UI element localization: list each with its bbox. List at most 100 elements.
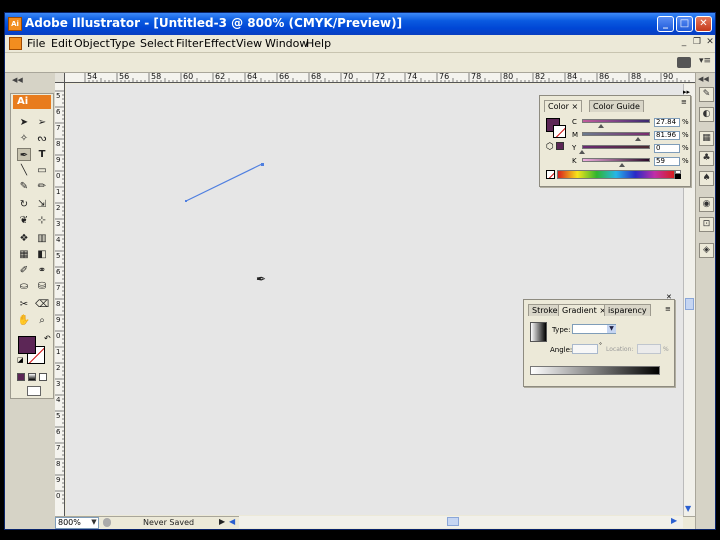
status-menu-arrow-icon[interactable]: ▶ [219, 517, 225, 526]
horizontal-scroll-thumb[interactable] [447, 517, 459, 526]
swatches-panel-icon[interactable]: ▦ [699, 131, 714, 146]
gradient-type-select[interactable]: ▼ [572, 324, 616, 334]
default-fill-stroke-icon[interactable]: ◪ [17, 356, 24, 364]
selection-tool-icon[interactable]: ➤ [17, 116, 31, 129]
doc-restore-button[interactable]: ❐ [692, 38, 702, 48]
channel-slider-k[interactable] [582, 158, 650, 162]
channel-value-y[interactable]: 0 [654, 144, 680, 153]
fill-color-swatch[interactable] [18, 336, 36, 354]
pencil-tool-icon[interactable]: ✏ [35, 180, 49, 193]
channel-slider-c[interactable] [582, 119, 650, 123]
warp-tool-icon[interactable]: ❦ [17, 214, 31, 227]
free-transform-tool-icon[interactable]: ⊹ [35, 214, 49, 227]
menu-view[interactable]: View [236, 37, 262, 50]
collapse-panel-icon[interactable]: ▸▸ [683, 88, 690, 96]
doc-close-button[interactable]: ✕ [705, 38, 715, 48]
path-anchor-start[interactable] [185, 200, 187, 202]
menu-file[interactable]: File [27, 37, 45, 50]
eraser-tool-icon[interactable]: ⌫ [35, 298, 49, 311]
channel-slider-handle-k[interactable] [619, 163, 626, 167]
title-bar[interactable]: Ai Adobe Illustrator - [Untitled-3 @ 800… [5, 13, 715, 35]
none-color-button[interactable] [546, 170, 555, 179]
menu-window[interactable]: Window [265, 37, 308, 50]
tab-color[interactable]: Color × [544, 100, 583, 112]
stroke-none-swatch[interactable] [553, 125, 566, 138]
zoom-dropdown-icon[interactable]: ▼ [89, 517, 99, 529]
gradient-tool-icon[interactable]: ◧ [35, 248, 49, 261]
menu-filter[interactable]: Filter [176, 37, 203, 50]
menu-effect[interactable]: Effect [204, 37, 236, 50]
document-icon[interactable] [9, 37, 22, 50]
scale-tool-icon[interactable]: ⇲ [35, 198, 49, 211]
type-tool-icon[interactable]: T [35, 148, 49, 161]
scroll-left-arrow-icon[interactable]: ◀ [229, 517, 235, 526]
mesh-tool-icon[interactable]: ▦ [17, 248, 31, 261]
location-input[interactable] [637, 344, 661, 354]
navigator-panel-icon[interactable]: ◉ [699, 197, 714, 212]
ruler-origin[interactable] [55, 73, 65, 83]
panel-menu-icon[interactable]: ≡ [681, 98, 687, 106]
channel-slider-handle-c[interactable] [598, 124, 605, 128]
menu-help[interactable]: Help [306, 37, 331, 50]
menu-type[interactable]: Type [110, 37, 135, 50]
horizontal-scrollbar[interactable]: ▶ [239, 516, 683, 528]
live-paint-bucket-tool-icon[interactable]: ⛀ [17, 280, 31, 293]
vertical-scroll-thumb[interactable] [685, 298, 694, 310]
tab-close-icon[interactable]: × [571, 102, 578, 111]
rectangle-tool-icon[interactable]: ▭ [35, 164, 49, 177]
angle-input[interactable] [572, 344, 598, 354]
doc-minimize-button[interactable]: _ [679, 38, 689, 48]
control-options-icon[interactable] [677, 57, 691, 68]
blend-tool-icon[interactable]: ⚭ [35, 264, 49, 277]
slice-tool-icon[interactable]: ✂ [17, 298, 31, 311]
align-panel-icon[interactable]: ⊡ [699, 217, 714, 232]
black-swatch[interactable] [675, 174, 681, 179]
channel-value-c[interactable]: 27.84 [654, 118, 680, 127]
tab-color-guide[interactable]: Color Guide [589, 100, 644, 112]
web-safe-color-swatch[interactable] [556, 142, 564, 150]
tab-gradient[interactable]: Gradient × [558, 304, 611, 316]
horizontal-ruler[interactable]: 54 56 58 60 62 64 66 68 70 72 74 76 78 80 82 84 86 88 90 [55, 73, 695, 83]
none-mode-button[interactable] [39, 373, 47, 381]
channel-slider-handle-y[interactable] [579, 150, 585, 154]
maximize-button[interactable]: □ [676, 16, 693, 32]
expand-dock-icon[interactable]: ◀◀ [698, 75, 709, 83]
layers-panel-icon[interactable]: ◈ [699, 243, 714, 258]
pen-tool-icon[interactable]: ✒ [17, 148, 31, 161]
channel-slider-handle-m[interactable] [634, 137, 641, 141]
gradient-preview-swatch[interactable] [530, 322, 547, 342]
menu-edit[interactable]: Edit [51, 37, 72, 50]
symbols-panel-icon[interactable]: ♣ [699, 151, 714, 166]
hand-tool-icon[interactable]: ✋ [17, 314, 31, 327]
out-of-gamut-cube-icon[interactable]: ⬡ [546, 142, 554, 152]
scroll-down-arrow-icon[interactable]: ▼ [685, 504, 691, 513]
appearance-panel-icon[interactable]: ◐ [699, 107, 714, 122]
brushes-panel-icon[interactable]: ✎ [699, 87, 714, 102]
symbol-sprayer-tool-icon[interactable]: ❖ [17, 232, 31, 245]
channel-value-m[interactable]: 81.96 [654, 131, 680, 140]
panel-close-icon[interactable]: ✕ [666, 293, 672, 301]
gradient-slider-bar[interactable] [530, 366, 660, 375]
direct-selection-tool-icon[interactable]: ➢ [35, 116, 49, 129]
illustrator-app-icon[interactable]: Ai [8, 17, 22, 31]
magic-wand-tool-icon[interactable]: ✧ [17, 132, 31, 145]
drawn-path-line[interactable] [185, 163, 263, 202]
path-anchor-end[interactable] [261, 163, 264, 166]
control-menu-arrow-icon[interactable]: ▾≡ [699, 56, 711, 66]
minimize-button[interactable]: _ [657, 16, 674, 32]
rotate-tool-icon[interactable]: ↻ [17, 198, 31, 211]
screen-mode-button[interactable] [27, 386, 41, 396]
collapse-toolbox-icon[interactable]: ◀◀ [12, 76, 23, 84]
channel-slider-y[interactable] [582, 145, 650, 149]
color-mode-button[interactable] [17, 373, 25, 381]
panel-menu-icon[interactable]: ≡ [665, 305, 671, 313]
column-graph-tool-icon[interactable]: ▥ [35, 232, 49, 245]
close-button[interactable]: ✕ [695, 16, 712, 32]
menu-object[interactable]: Object [74, 37, 110, 50]
channel-slider-m[interactable] [582, 132, 650, 136]
gradient-mode-button[interactable] [28, 373, 36, 381]
zoom-tool-icon[interactable]: ⌕ [35, 314, 49, 327]
lasso-tool-icon[interactable]: ᔓ [35, 132, 49, 145]
color-spectrum-bar[interactable] [557, 170, 675, 179]
live-paint-selection-tool-icon[interactable]: ⛁ [35, 280, 49, 293]
